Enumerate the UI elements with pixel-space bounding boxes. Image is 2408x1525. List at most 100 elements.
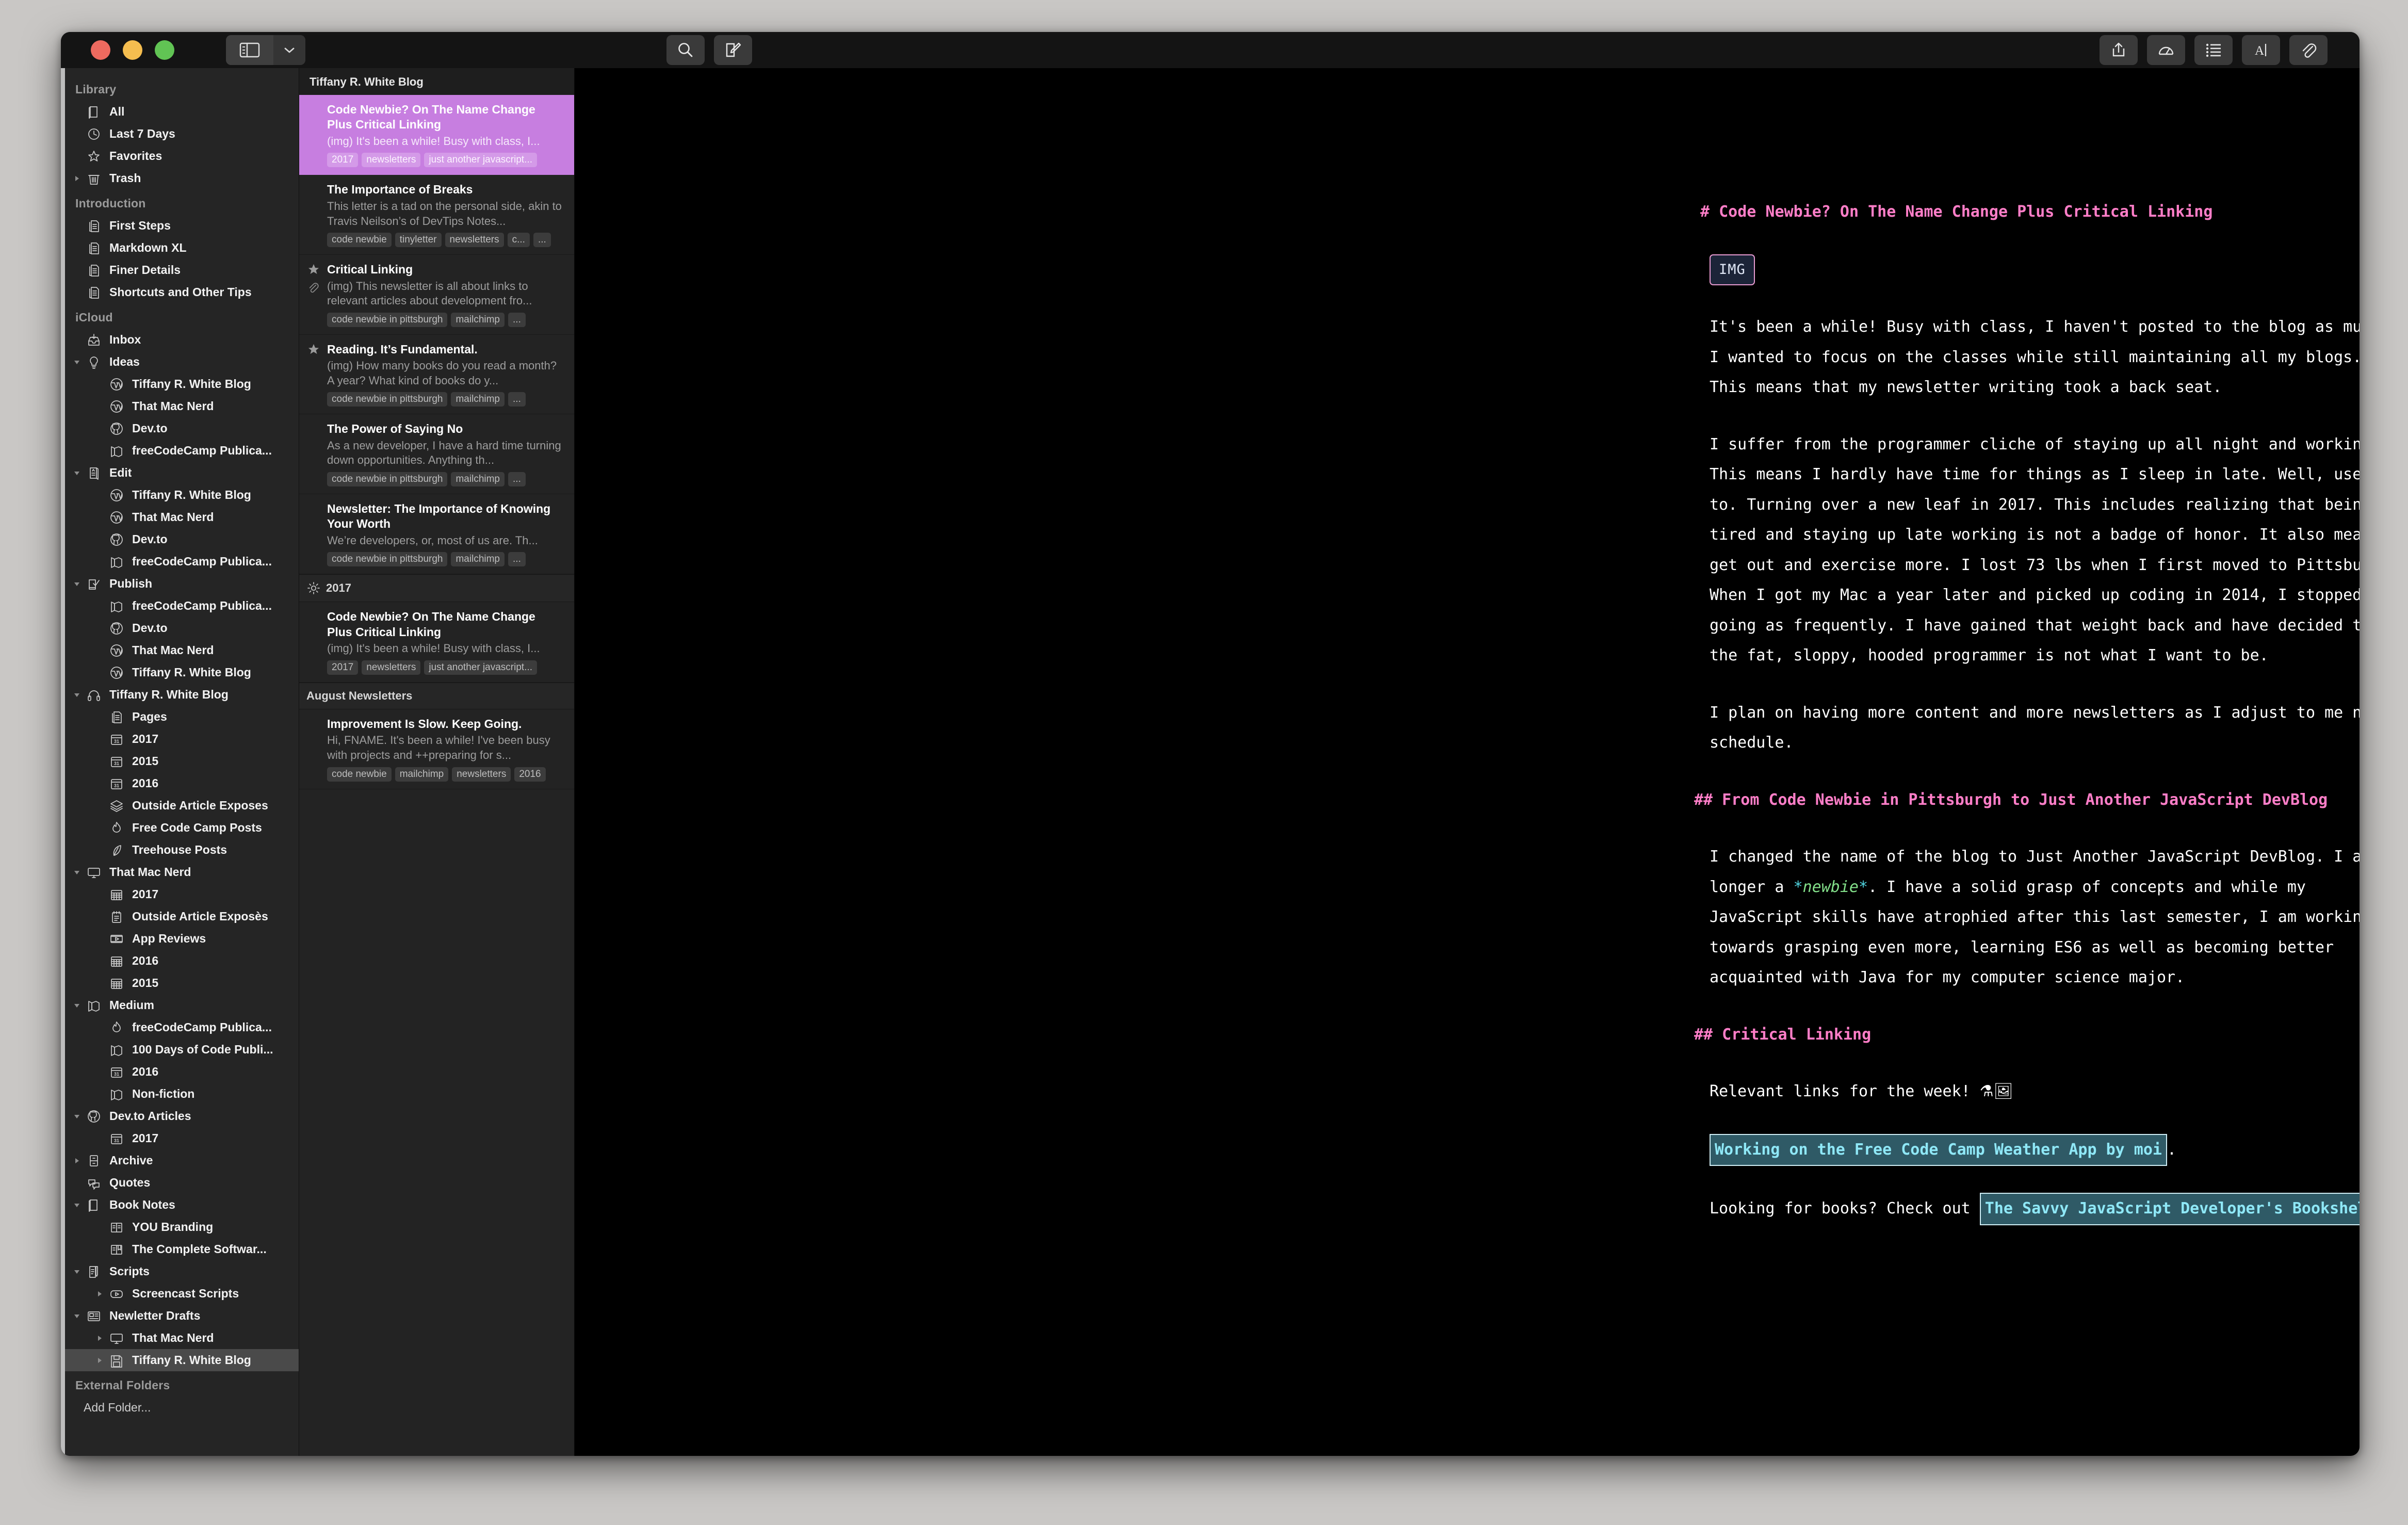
sheet-content[interactable]: # Code Newbie? On The Name Change Plus C… xyxy=(575,68,2360,1225)
sidebar-item-last-7-days[interactable]: Last 7 Days xyxy=(61,123,299,145)
sidebar-item-that-mac-nerd[interactable]: That Mac Nerd xyxy=(61,395,299,417)
search-button[interactable] xyxy=(666,35,705,65)
sidebar-item-2016[interactable]: 31 2016 xyxy=(61,1061,299,1083)
disclosure-triangle[interactable] xyxy=(70,174,84,183)
disclosure-triangle[interactable] xyxy=(93,1356,106,1365)
attachments-button[interactable] xyxy=(2289,35,2328,65)
sidebar-item-dev-to[interactable]: Dev.to xyxy=(61,417,299,440)
sidebar-item-pages[interactable]: Pages xyxy=(61,706,299,728)
sidebar-item-finer-details[interactable]: Finer Details xyxy=(61,259,299,281)
sidebar-item-2015[interactable]: 2015 xyxy=(61,972,299,994)
sidebar-item-first-steps[interactable]: First Steps xyxy=(61,215,299,237)
sidebar-item-the-complete-softwar[interactable]: The Complete Softwar... xyxy=(61,1238,299,1260)
sidebar-item-medium[interactable]: Medium xyxy=(61,994,299,1016)
sidebar-item-archive[interactable]: Archive xyxy=(61,1149,299,1172)
sidebar-item-all[interactable]: All xyxy=(61,101,299,123)
list-item[interactable]: Newsletter: The Importance of Knowing Yo… xyxy=(299,494,574,575)
sidebar-item-trash[interactable]: Trash xyxy=(61,167,299,189)
editor-block-h2[interactable]: ## From Code Newbie in Pittsburgh to Jus… xyxy=(1694,785,2360,816)
disclosure-triangle[interactable] xyxy=(70,1312,84,1320)
share-button[interactable] xyxy=(2100,35,2138,65)
sidebar-item-freecodecamp-publica[interactable]: freeCodeCamp Publica... xyxy=(61,550,299,573)
disclosure-triangle[interactable] xyxy=(70,1201,84,1209)
zoom-button[interactable] xyxy=(155,40,174,60)
sidebar-item-that-mac-nerd[interactable]: That Mac Nerd xyxy=(61,861,299,883)
disclosure-triangle[interactable] xyxy=(70,469,84,477)
sidebar-item-freecodecamp-publica[interactable]: freeCodeCamp Publica... xyxy=(61,440,299,462)
sidebar-toggle-button[interactable] xyxy=(226,35,273,65)
sheet-list[interactable]: Tiffany R. White Blog Code Newbie? On Th… xyxy=(299,68,575,1456)
editor-block-img[interactable]: IMG2 xyxy=(1710,254,2360,286)
list-item[interactable]: Code Newbie? On The Name Change Plus Cri… xyxy=(299,95,574,175)
editor-pane[interactable]: # Code Newbie? On The Name Change Plus C… xyxy=(575,68,2360,1456)
editor-block-p_emoji[interactable]: Relevant links for the week! ⚗🖼9 xyxy=(1710,1077,2360,1107)
sidebar-item-markdown-xl[interactable]: Markdown XL xyxy=(61,237,299,259)
sidebar-item-tiffany-r-white-blog[interactable]: Tiffany R. White Blog xyxy=(61,373,299,395)
disclosure-triangle[interactable] xyxy=(70,580,84,588)
sidebar-item-2017[interactable]: 2017 xyxy=(61,883,299,905)
sidebar-item-screencast-scripts[interactable]: Screencast Scripts xyxy=(61,1283,299,1305)
list-item[interactable]: Critical Linking (img) This newsletter is… xyxy=(299,255,574,335)
sidebar-item-outside-article-exposes[interactable]: Outside Article Exposes xyxy=(61,794,299,817)
image-placeholder-badge[interactable]: IMG xyxy=(1710,254,1755,286)
editor-block-p_link[interactable]: Working on the Free Code Camp Weather Ap… xyxy=(1710,1133,2360,1166)
sidebar-item-outside-article-expos-s[interactable]: Outside Article Exposès xyxy=(61,905,299,928)
disclosure-triangle[interactable] xyxy=(70,1268,84,1276)
sidebar-item-tiffany-r-white-blog[interactable]: Tiffany R. White Blog xyxy=(61,484,299,506)
sidebar-item-tiffany-r-white-blog[interactable]: Tiffany R. White Blog xyxy=(61,661,299,684)
sidebar-item-ideas[interactable]: Ideas xyxy=(61,351,299,373)
sidebar-item-2016[interactable]: 2016 xyxy=(61,950,299,972)
list-item[interactable]: Code Newbie? On The Name Change Plus Cri… xyxy=(299,602,574,683)
sidebar-item-that-mac-nerd[interactable]: That Mac Nerd xyxy=(61,1327,299,1349)
sidebar-item-tiffany-r-white-blog[interactable]: Tiffany R. White Blog xyxy=(61,684,299,706)
editor-block-p[interactable]: It's been a while! Busy with class, I ha… xyxy=(1710,312,2360,403)
sidebar-item-tiffany-r-white-blog[interactable]: Tiffany R. White Blog xyxy=(61,1349,299,1371)
disclosure-triangle[interactable] xyxy=(93,1334,106,1342)
disclosure-triangle[interactable] xyxy=(70,1001,84,1010)
list-item[interactable]: Reading. It’s Fundamental. (img) How many… xyxy=(299,335,574,415)
sidebar-item-favorites[interactable]: Favorites xyxy=(61,145,299,167)
sidebar-item-app-reviews[interactable]: App Reviews xyxy=(61,928,299,950)
list-item[interactable]: The Importance of Breaks This letter is a… xyxy=(299,175,574,255)
sidebar-item-2017[interactable]: 31 2017 xyxy=(61,728,299,750)
sidebar-item-dev-to-articles[interactable]: Dev.to Articles xyxy=(61,1105,299,1127)
sidebar-dropdown-button[interactable] xyxy=(273,35,305,65)
list-item[interactable]: Improvement Is Slow. Keep Going. Hi, FNAM… xyxy=(299,709,574,789)
disclosure-triangle[interactable] xyxy=(93,1290,106,1298)
sidebar-item-100-days-of-code-publi[interactable]: 100 Days of Code Publi... xyxy=(61,1039,299,1061)
sidebar-item-quotes[interactable]: Quotes xyxy=(61,1172,299,1194)
disclosure-triangle[interactable] xyxy=(70,1112,84,1121)
close-button[interactable] xyxy=(91,40,110,60)
sidebar-scrollbar[interactable] xyxy=(61,68,65,1456)
sidebar-item-that-mac-nerd[interactable]: That Mac Nerd xyxy=(61,506,299,528)
markup-button[interactable]: A xyxy=(2242,35,2280,65)
editor-block-p[interactable]: I suffer from the programmer cliche of s… xyxy=(1710,430,2360,671)
editor-block-h1[interactable]: # Code Newbie? On The Name Change Plus C… xyxy=(1700,197,2360,228)
sidebar-item-you-branding[interactable]: YOU Branding xyxy=(61,1216,299,1238)
editor-block-h2[interactable]: ## Critical Linking8 xyxy=(1694,1020,2360,1050)
sidebar-item-book-notes[interactable]: Book Notes xyxy=(61,1194,299,1216)
navigation-button[interactable] xyxy=(2194,35,2233,65)
sidebar[interactable]: Library All Last 7 Days Favorites Trash Intro… xyxy=(61,68,299,1456)
sidebar-item-non-fiction[interactable]: Non-fiction xyxy=(61,1083,299,1105)
sidebar-item-newletter-drafts[interactable]: Newletter Drafts xyxy=(61,1305,299,1327)
new-sheet-button[interactable] xyxy=(714,35,752,65)
sidebar-item-treehouse-posts[interactable]: Treehouse Posts xyxy=(61,839,299,861)
sidebar-item-freecodecamp-publica[interactable]: freeCodeCamp Publica... xyxy=(61,595,299,617)
sidebar-item-scripts[interactable]: Scripts xyxy=(61,1260,299,1283)
sidebar-item-2016[interactable]: 31 2016 xyxy=(61,772,299,794)
sidebar-item-that-mac-nerd[interactable]: That Mac Nerd xyxy=(61,639,299,661)
sidebar-item-inbox[interactable]: Inbox xyxy=(61,329,299,351)
sidebar-item-publish[interactable]: Publish xyxy=(61,573,299,595)
sidebar-item-edit[interactable]: Edit xyxy=(61,462,299,484)
inline-link[interactable]: Working on the Free Code Camp Weather Ap… xyxy=(1710,1133,2167,1166)
sidebar-item-2017[interactable]: 31 2017 xyxy=(61,1127,299,1149)
inline-link[interactable]: The Savvy JavaScript Developer's Bookshe… xyxy=(1979,1193,2360,1225)
add-folder-button[interactable]: Add Folder... xyxy=(61,1397,299,1419)
editor-block-p_link[interactable]: Looking for books? Check out The Savvy J… xyxy=(1710,1193,2360,1225)
statistics-button[interactable] xyxy=(2147,35,2185,65)
sidebar-item-2015[interactable]: 31 2015 xyxy=(61,750,299,772)
editor-block-p[interactable]: I plan on having more content and more n… xyxy=(1710,698,2360,758)
list-item[interactable]: The Power of Saying No As a new developer… xyxy=(299,414,574,494)
sidebar-item-dev-to[interactable]: Dev.to xyxy=(61,617,299,639)
